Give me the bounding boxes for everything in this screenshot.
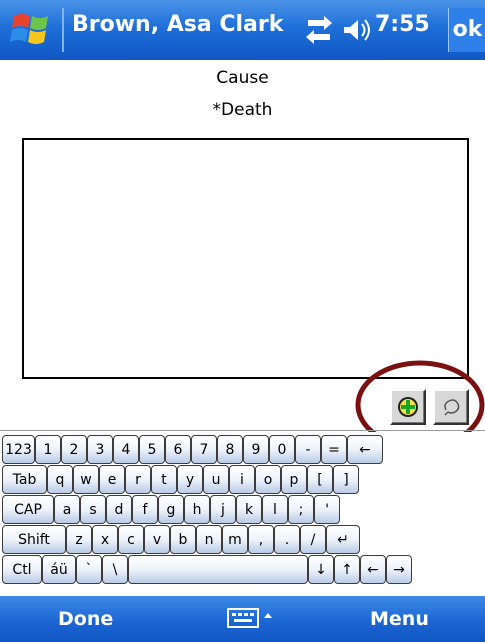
clock[interactable]: 7:55 — [375, 12, 430, 37]
key-backspace[interactable]: ← — [347, 435, 383, 464]
key-equals[interactable]: = — [321, 435, 347, 464]
keyboard-icon[interactable] — [222, 604, 278, 634]
key-open-bracket[interactable]: [ — [307, 465, 333, 494]
key-4[interactable]: 4 — [113, 435, 139, 464]
key-shift[interactable]: Shift — [2, 525, 66, 554]
add-button[interactable] — [390, 389, 426, 425]
key-6[interactable]: 6 — [165, 435, 191, 464]
key-ctrl[interactable]: Ctl — [2, 555, 42, 584]
key-i[interactable]: i — [229, 465, 255, 494]
key-5[interactable]: 5 — [139, 435, 165, 464]
key-a[interactable]: a — [54, 495, 80, 524]
key-y[interactable]: y — [177, 465, 203, 494]
key-down[interactable]: ↓ — [308, 555, 334, 584]
key-c[interactable]: c — [118, 525, 144, 554]
key-slash[interactable]: / — [300, 525, 326, 554]
key-8[interactable]: 8 — [217, 435, 243, 464]
key-l[interactable]: l — [262, 495, 288, 524]
key-minus[interactable]: - — [295, 435, 321, 464]
key-123[interactable]: 123 — [2, 435, 35, 464]
soft-keyboard: 123 1 2 3 4 5 6 7 8 9 0 - = ← Tab q w e … — [0, 432, 485, 594]
key-up[interactable]: ↑ — [334, 555, 360, 584]
key-u[interactable]: u — [203, 465, 229, 494]
key-9[interactable]: 9 — [243, 435, 269, 464]
key-right[interactable]: → — [386, 555, 412, 584]
key-n[interactable]: n — [196, 525, 222, 554]
softkey-bar: Done Menu — [0, 596, 485, 642]
ok-button[interactable]: ok — [448, 8, 485, 52]
key-p[interactable]: p — [281, 465, 307, 494]
key-z[interactable]: z — [66, 525, 92, 554]
key-h[interactable]: h — [184, 495, 210, 524]
window-title: Brown, Asa Clark — [72, 12, 284, 37]
key-v[interactable]: v — [144, 525, 170, 554]
key-r[interactable]: r — [125, 465, 151, 494]
key-q[interactable]: q — [47, 465, 73, 494]
key-7[interactable]: 7 — [191, 435, 217, 464]
key-w[interactable]: w — [73, 465, 99, 494]
windows-start-icon[interactable] — [8, 6, 56, 52]
volume-icon[interactable] — [340, 10, 372, 50]
key-space[interactable] — [128, 555, 308, 584]
key-g[interactable]: g — [158, 495, 184, 524]
key-f[interactable]: f — [132, 495, 158, 524]
key-semicolon[interactable]: ; — [288, 495, 314, 524]
title-separator — [62, 8, 64, 52]
key-2[interactable]: 2 — [61, 435, 87, 464]
key-0[interactable]: 0 — [269, 435, 295, 464]
clear-icon — [444, 399, 460, 416]
key-international[interactable]: áü — [42, 555, 76, 584]
section-heading: Cause — [216, 68, 269, 88]
key-tab[interactable]: Tab — [2, 465, 47, 494]
key-quote[interactable]: ' — [314, 495, 340, 524]
death-cause-textarea[interactable] — [22, 138, 469, 379]
done-softkey[interactable]: Done — [58, 608, 113, 630]
key-enter[interactable]: ↵ — [326, 525, 360, 554]
key-backtick[interactable]: ` — [76, 555, 102, 584]
key-1[interactable]: 1 — [35, 435, 61, 464]
menu-softkey[interactable]: Menu — [370, 608, 429, 630]
key-e[interactable]: e — [99, 465, 125, 494]
key-s[interactable]: s — [80, 495, 106, 524]
key-caps[interactable]: CAP — [2, 495, 54, 524]
key-m[interactable]: m — [222, 525, 248, 554]
title-bar: Brown, Asa Clark 7:55 ok — [0, 0, 485, 60]
key-comma[interactable]: , — [248, 525, 274, 554]
key-o[interactable]: o — [255, 465, 281, 494]
key-period[interactable]: . — [274, 525, 300, 554]
key-d[interactable]: d — [106, 495, 132, 524]
add-icon — [398, 397, 418, 417]
key-x[interactable]: x — [92, 525, 118, 554]
keyboard-divider — [0, 430, 485, 431]
field-label: *Death — [212, 100, 273, 120]
clear-button[interactable] — [433, 389, 469, 425]
key-j[interactable]: j — [210, 495, 236, 524]
key-close-bracket[interactable]: ] — [333, 465, 359, 494]
key-3[interactable]: 3 — [87, 435, 113, 464]
key-b[interactable]: b — [170, 525, 196, 554]
key-left[interactable]: ← — [360, 555, 386, 584]
key-k[interactable]: k — [236, 495, 262, 524]
key-t[interactable]: t — [151, 465, 177, 494]
connectivity-icon[interactable] — [302, 10, 336, 50]
key-backslash[interactable]: \ — [102, 555, 128, 584]
